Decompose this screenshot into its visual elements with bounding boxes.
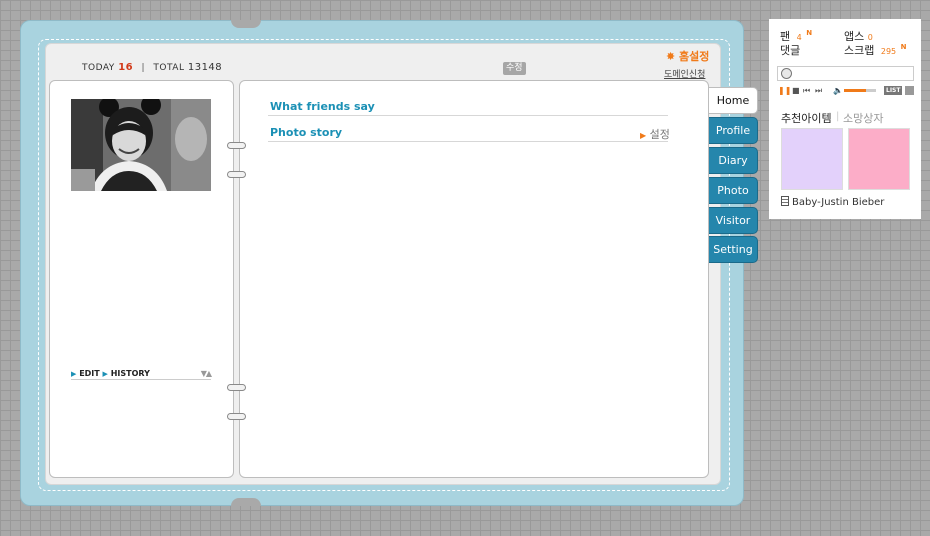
binder-ring	[227, 171, 246, 178]
new-badge: N	[806, 29, 813, 38]
tab-separator: |	[836, 111, 840, 122]
expand-collapse-icon[interactable]: ▼▲	[201, 369, 212, 378]
tab-setting[interactable]: Setting	[709, 236, 758, 263]
new-badge: N	[900, 43, 907, 52]
photo-story-title[interactable]: Photo story	[270, 126, 342, 139]
edit-link[interactable]: EDIT	[79, 369, 100, 378]
photo-story-settings-link[interactable]: ▶ 설정	[640, 126, 670, 142]
tab-diary[interactable]: Diary	[709, 147, 758, 174]
today-label: TODAY	[82, 63, 115, 73]
history-link[interactable]: HISTORY	[111, 369, 150, 378]
recommended-item-thumbnail[interactable]	[781, 128, 843, 190]
now-playing-song[interactable]: Baby-Justin Bieber	[781, 196, 884, 208]
book-notch-top	[231, 20, 261, 28]
home-settings-link[interactable]: ✸ 홈설정	[666, 48, 709, 64]
volume-fill	[844, 89, 867, 92]
wish-box-tab[interactable]: 소망상자	[843, 110, 883, 126]
previous-icon[interactable]: ⏮	[803, 86, 810, 95]
tab-profile[interactable]: Profile	[709, 117, 758, 144]
edit-arrow-icon: ▶	[71, 370, 77, 378]
apps-count: 0	[867, 33, 873, 42]
next-icon[interactable]: ⏭	[815, 86, 822, 95]
binder-ring	[227, 413, 246, 420]
what-friends-say-title[interactable]: What friends say	[270, 100, 375, 113]
edit-history-bar: ▶ EDIT ▶ HISTORY ▼▲	[71, 369, 212, 380]
domain-request-link[interactable]: 도메인신청	[664, 67, 705, 80]
counter-separator: |	[141, 63, 146, 73]
pause-icon[interactable]: ❚❚	[778, 86, 791, 95]
song-title: Baby-Justin Bieber	[792, 197, 885, 208]
profile-photo[interactable]	[71, 99, 211, 191]
song-note-icon	[781, 196, 789, 206]
section-divider	[268, 141, 668, 142]
binder-ring	[227, 384, 246, 391]
main-panel	[239, 80, 709, 478]
fan-count: 4	[796, 33, 802, 42]
recommended-items-tab[interactable]: 추천아이템	[781, 110, 832, 126]
volume-slider[interactable]	[844, 89, 876, 92]
binder-ring	[227, 142, 246, 149]
profile-photo-image	[71, 99, 211, 191]
section-divider	[268, 115, 668, 116]
settings-arrow-icon: ▶	[640, 131, 647, 140]
tab-photo[interactable]: Photo	[709, 177, 758, 204]
visitor-counter: TODAY 16 | TOTAL 13148	[82, 62, 222, 73]
today-count: 16	[118, 62, 134, 73]
total-count: 13148	[187, 62, 223, 73]
history-arrow-icon: ▶	[102, 370, 108, 378]
popup-player-icon[interactable]	[905, 86, 914, 95]
disc-icon	[781, 68, 792, 79]
edit-title-button[interactable]: 수정	[503, 62, 526, 75]
total-label: TOTAL	[153, 63, 185, 73]
tab-visitor[interactable]: Visitor	[709, 207, 758, 234]
stop-icon[interactable]: ■	[792, 86, 800, 95]
playlist-button[interactable]: LIST	[884, 86, 903, 95]
recommended-item-thumbnail[interactable]	[848, 128, 910, 190]
scrap-stat[interactable]: 스크랩 295 N	[844, 42, 907, 58]
comment-label: 댓글	[780, 44, 801, 57]
book-notch-bottom	[231, 498, 261, 506]
music-player-controls: ❚❚ ■ ⏮ ⏭ 🔈 LIST	[778, 86, 914, 95]
scrap-label: 스크랩	[844, 44, 875, 57]
volume-icon: 🔈	[833, 86, 843, 95]
comment-stat[interactable]: 댓글	[780, 42, 800, 58]
scrap-count: 295	[880, 47, 897, 56]
photo-story-settings-label: 설정	[649, 128, 670, 141]
music-player-display	[777, 66, 914, 81]
tab-home[interactable]: Home	[709, 87, 758, 114]
